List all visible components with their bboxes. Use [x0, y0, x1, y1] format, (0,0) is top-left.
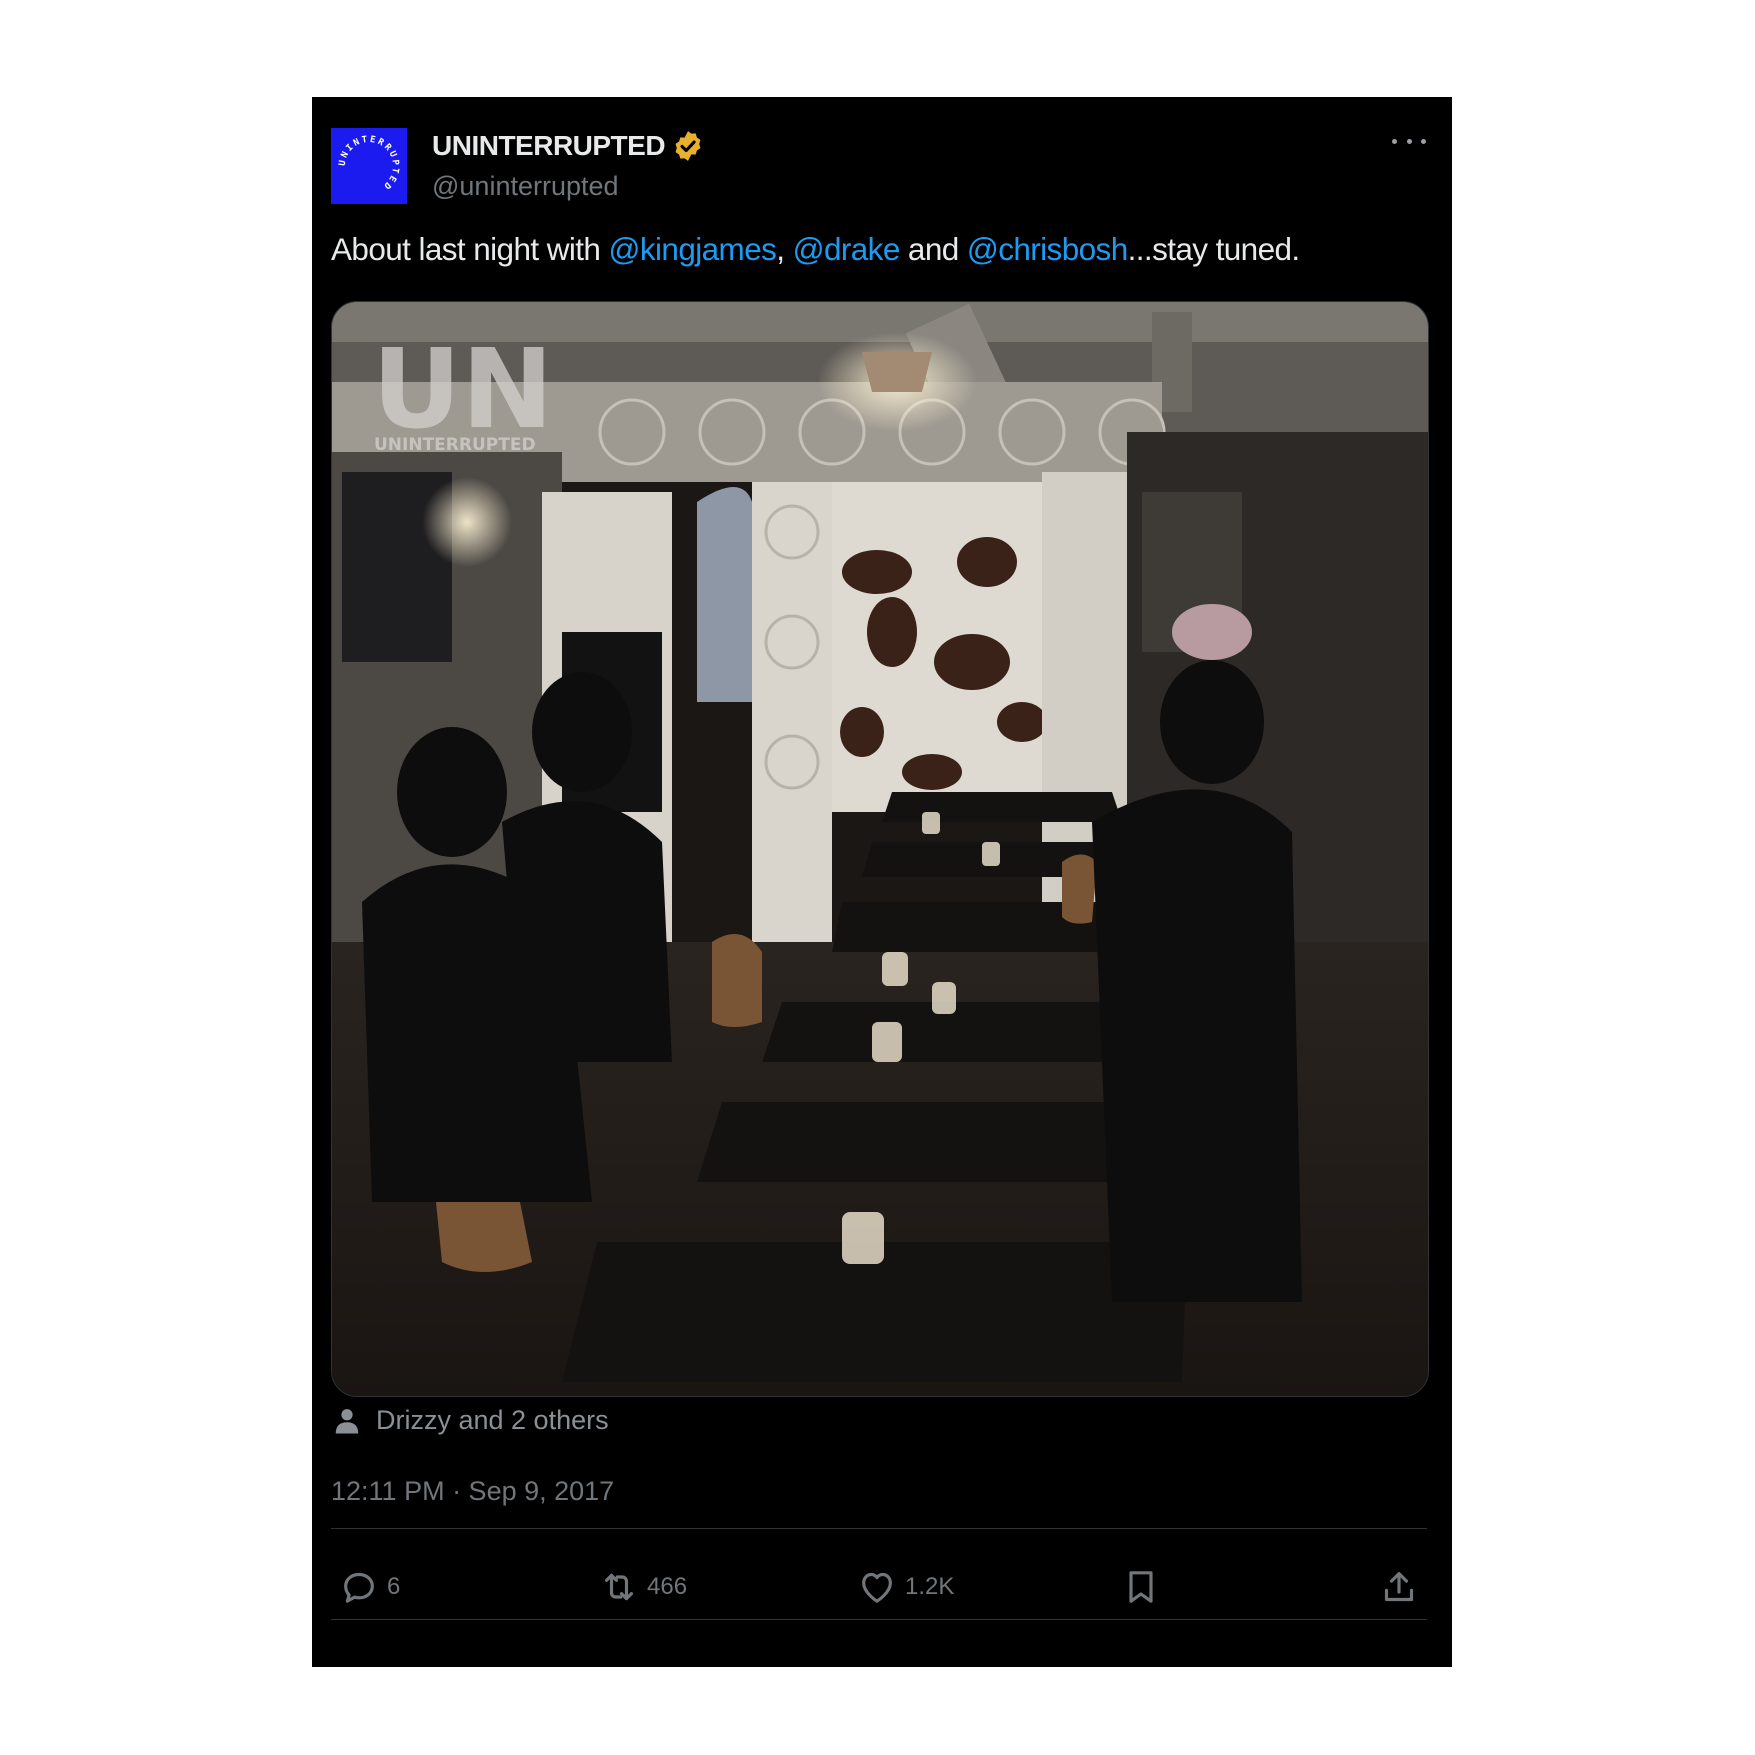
share-icon [1384, 1572, 1414, 1602]
post-text-part: and [899, 231, 967, 267]
tagged-people-label: Drizzy and 2 others [376, 1405, 609, 1435]
post-text-part: ...stay tuned. [1127, 231, 1301, 267]
share-button[interactable] [1379, 1567, 1427, 1607]
like-count: 1.2K [905, 1573, 955, 1600]
person-icon [335, 1408, 359, 1433]
svg-text:UNINTERRUPTED: UNINTERRUPTED [338, 135, 400, 192]
divider-top [331, 1528, 1427, 1529]
reply-icon [344, 1572, 374, 1603]
repost-icon [604, 1573, 634, 1601]
bookmark-button[interactable] [1121, 1567, 1169, 1607]
author-display-name[interactable]: UNINTERRUPTED [432, 130, 666, 162]
like-button[interactable]: 1.2K [857, 1567, 954, 1607]
svg-text:UNINTERRUPTED: UNINTERRUPTED [374, 435, 536, 455]
tagged-people[interactable]: Drizzy and 2 others [332, 1405, 609, 1436]
post-text-part: About last night with [331, 231, 609, 267]
author-handle[interactable]: @uninterrupted [432, 171, 619, 202]
svg-text:UN: UN [372, 325, 553, 453]
repost-button[interactable]: 466 [599, 1567, 687, 1607]
mention-link-drake[interactable]: @drake [793, 231, 901, 267]
bookmark-icon [1129, 1571, 1153, 1603]
like-icon [862, 1572, 892, 1603]
reply-count: 6 [387, 1573, 401, 1600]
reply-button[interactable]: 6 [339, 1567, 400, 1607]
post-photo[interactable]: UN UNINTERRUPTED [331, 301, 1429, 1397]
author-name-row[interactable]: UNINTERRUPTED [432, 129, 705, 163]
post-text: About last night with @kingjames, @drake… [331, 231, 1441, 268]
post-timestamp[interactable]: 12:11 PM · Sep 9, 2017 [331, 1476, 614, 1507]
verified-badge-icon [675, 131, 701, 161]
mention-link-chrisbosh[interactable]: @chrisbosh [967, 231, 1128, 267]
post-text-part: , [776, 231, 793, 267]
action-bar: 6 466 1.2K [331, 1545, 1427, 1635]
more-icon[interactable] [1392, 131, 1426, 151]
post-card: UNINTERRUPTED UNINTERRUPTED @uninterrupt… [312, 97, 1452, 1667]
repost-count: 466 [647, 1573, 688, 1600]
divider-bottom [331, 1619, 1427, 1620]
avatar-logo: UNINTERRUPTED [338, 135, 400, 192]
mention-link-kingjames[interactable]: @kingjames [608, 231, 776, 267]
photo-restaurant-scene: UN UNINTERRUPTED [332, 302, 1428, 1396]
avatar[interactable]: UNINTERRUPTED [331, 128, 407, 204]
photo-watermark: UN UNINTERRUPTED [372, 325, 553, 455]
